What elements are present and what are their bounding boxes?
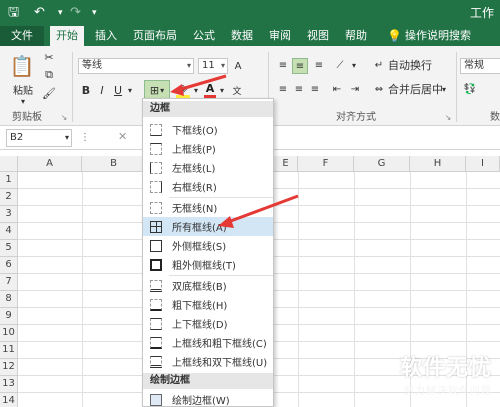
watermark: 软件无忧 努力解决软件问题 bbox=[400, 350, 492, 397]
watermark-title: 软件无忧 bbox=[399, 356, 492, 381]
arrowhead bbox=[218, 216, 234, 228]
annotation-arrows bbox=[170, 74, 299, 228]
arrowhead bbox=[170, 84, 184, 96]
arrow-to-all-borders bbox=[227, 194, 299, 224]
arrow-to-borders-button bbox=[177, 74, 227, 92]
watermark-subtitle: 努力解决软件问题 bbox=[404, 386, 492, 397]
